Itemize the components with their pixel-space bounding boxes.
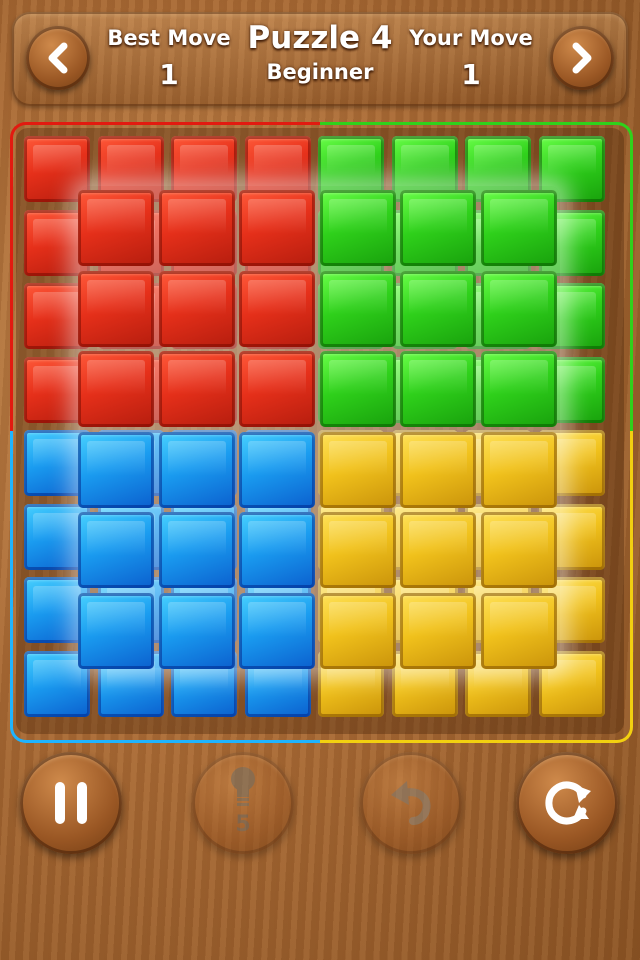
next-puzzle-button[interactable] bbox=[550, 26, 614, 90]
front-tile-green[interactable] bbox=[400, 190, 476, 266]
front-tile-green[interactable] bbox=[319, 270, 396, 347]
front-tile-yellow[interactable] bbox=[480, 512, 557, 588]
front-tile-blue[interactable] bbox=[78, 592, 154, 669]
chevron-left-icon bbox=[48, 42, 68, 74]
front-tile-red[interactable] bbox=[158, 190, 235, 266]
front-tile-yellow[interactable] bbox=[480, 431, 557, 508]
hint-button[interactable]: 5 bbox=[192, 752, 294, 854]
front-tile-blue[interactable] bbox=[239, 592, 315, 669]
front-tile-green[interactable] bbox=[400, 351, 476, 427]
front-tile-blue[interactable] bbox=[158, 512, 235, 588]
front-tile-green[interactable] bbox=[480, 270, 557, 347]
lightbulb-icon bbox=[231, 767, 255, 806]
front-tile-red[interactable] bbox=[158, 270, 235, 347]
difficulty-label: Beginner bbox=[266, 60, 374, 84]
front-tile-red[interactable] bbox=[239, 190, 315, 266]
front-tile-red[interactable] bbox=[78, 351, 154, 427]
front-tile-green[interactable] bbox=[480, 190, 557, 266]
front-tile-yellow[interactable] bbox=[400, 592, 476, 669]
pause-icon bbox=[55, 782, 87, 824]
front-tile-green[interactable] bbox=[400, 270, 476, 347]
header-bar: Best Move 1 Puzzle 4 Beginner Your Move … bbox=[12, 12, 628, 106]
front-tile-blue[interactable] bbox=[158, 431, 235, 508]
front-tile-red[interactable] bbox=[158, 351, 235, 427]
pause-button[interactable] bbox=[20, 752, 122, 854]
restart-button[interactable] bbox=[516, 752, 618, 854]
front-tile-yellow[interactable] bbox=[400, 431, 476, 508]
restart-icon bbox=[545, 781, 591, 825]
front-tile-red[interactable] bbox=[78, 190, 154, 266]
front-tile-green[interactable] bbox=[480, 351, 557, 427]
front-tile-red[interactable] bbox=[78, 270, 154, 347]
front-tile-red[interactable] bbox=[239, 351, 315, 427]
front-tile-blue[interactable] bbox=[158, 592, 235, 669]
front-tile-red[interactable] bbox=[239, 270, 315, 347]
previous-puzzle-button[interactable] bbox=[26, 26, 90, 90]
undo-icon bbox=[391, 781, 431, 825]
front-tile-yellow[interactable] bbox=[319, 512, 396, 588]
best-move-value: 1 bbox=[159, 58, 179, 91]
front-tile-blue[interactable] bbox=[78, 431, 154, 508]
front-tile-blue[interactable] bbox=[78, 512, 154, 588]
your-move-value: 1 bbox=[461, 58, 481, 91]
hint-count: 5 bbox=[235, 812, 251, 837]
your-move-label: Your Move bbox=[409, 26, 533, 50]
undo-button[interactable] bbox=[360, 752, 462, 854]
front-tile-yellow[interactable] bbox=[400, 512, 476, 588]
front-tile-yellow[interactable] bbox=[319, 431, 396, 508]
front-tile-green[interactable] bbox=[319, 351, 396, 427]
puzzle-board bbox=[10, 122, 633, 743]
puzzle-title: Puzzle 4 bbox=[247, 20, 393, 56]
front-tile-blue[interactable] bbox=[239, 512, 315, 588]
front-tile-yellow[interactable] bbox=[480, 592, 557, 669]
front-tile-blue[interactable] bbox=[239, 431, 315, 508]
best-move-label: Best Move bbox=[107, 26, 231, 50]
front-tile-yellow[interactable] bbox=[319, 592, 396, 669]
chevron-right-icon bbox=[572, 42, 592, 74]
front-tile-green[interactable] bbox=[319, 190, 396, 266]
